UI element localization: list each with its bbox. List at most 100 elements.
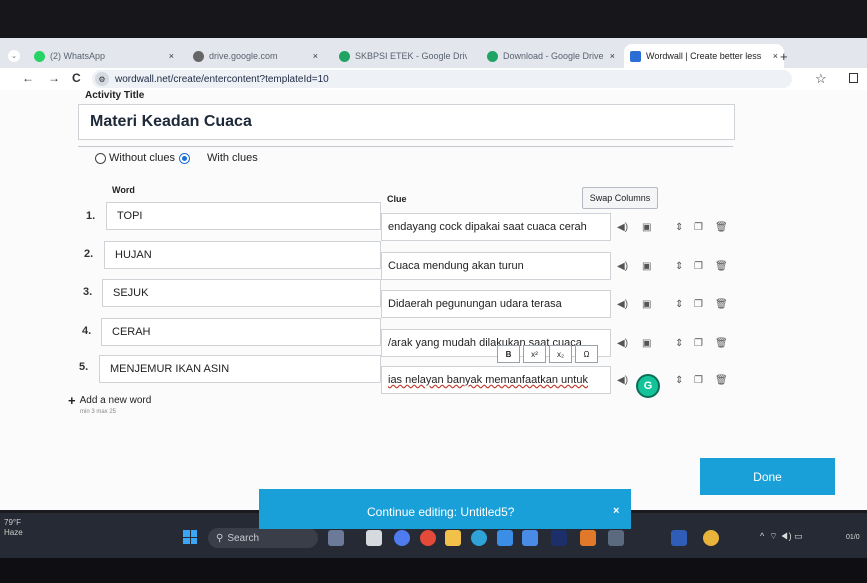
close-icon[interactable]: × <box>610 51 615 61</box>
clue-input[interactable]: ias nelayan banyak memanfaatkan untuk <box>381 366 611 394</box>
word-input[interactable]: SEJUK <box>102 279 381 307</box>
speaker-icon[interactable]: ◀) <box>617 222 628 233</box>
tab-label: Download - Google Drive <box>503 51 604 61</box>
close-icon[interactable]: × <box>773 51 778 61</box>
trash-icon[interactable]: 🗑 <box>715 299 728 310</box>
option-label: With clues <box>207 152 258 164</box>
back-arrow-icon[interactable]: ← <box>22 71 34 85</box>
tab-skbpsi-drive[interactable]: SKBPSI ETEK - Google Drive × <box>339 44 467 68</box>
word-icon[interactable] <box>671 530 687 546</box>
radio-with-clues[interactable] <box>179 153 190 164</box>
done-button[interactable]: Done <box>700 458 835 495</box>
google-drive-icon <box>339 50 350 62</box>
chat-icon[interactable] <box>394 530 410 546</box>
tab-label: SKBPSI ETEK - Google Drive <box>355 51 467 61</box>
image-icon[interactable]: ▣ <box>642 299 651 310</box>
new-tab-button[interactable]: + <box>780 44 794 68</box>
system-tray[interactable]: ^ ⌔ ◀) ▭ <box>760 531 803 542</box>
reorder-icon[interactable]: ⇕ <box>675 261 683 272</box>
row-number: 2. <box>84 248 94 260</box>
tab-whatsapp[interactable]: (2) WhatsApp × <box>34 44 174 68</box>
duplicate-icon[interactable]: ❐ <box>694 222 703 233</box>
image-icon[interactable]: ▣ <box>642 338 651 349</box>
row-number: 5. <box>79 361 89 373</box>
word-input[interactable]: TOPI <box>106 202 381 230</box>
site-info-icon[interactable]: ⚙ <box>95 72 109 86</box>
screen-bezel-bottom <box>0 558 867 583</box>
photoshop-icon[interactable] <box>551 530 567 546</box>
speaker-icon[interactable]: ◀) <box>617 299 628 310</box>
forward-arrow-icon[interactable]: → <box>48 71 60 85</box>
globe-icon <box>193 50 204 62</box>
format-toolbar: B x² x₂ Ω <box>497 345 598 363</box>
bookmark-star-icon[interactable]: ☆ <box>815 71 827 87</box>
duplicate-icon[interactable]: ❐ <box>694 375 703 386</box>
file-explorer-icon[interactable] <box>445 530 461 546</box>
speaker-icon[interactable]: ◀) <box>617 338 628 349</box>
reload-icon[interactable]: C <box>72 71 81 85</box>
chrome-icon[interactable] <box>703 530 719 546</box>
wordwall-icon <box>630 50 641 62</box>
weather-widget[interactable]: 79°F Haze <box>4 518 23 538</box>
edge-icon[interactable] <box>471 530 487 546</box>
trash-icon[interactable]: 🗑 <box>715 222 728 233</box>
trash-icon[interactable]: 🗑 <box>715 261 728 272</box>
speaker-icon[interactable]: ◀) <box>617 261 628 272</box>
whatsapp-icon <box>34 50 45 62</box>
widgets-icon[interactable] <box>328 530 344 546</box>
windows-start-icon[interactable] <box>183 530 197 544</box>
app-icon[interactable] <box>420 530 436 546</box>
bridge-icon[interactable] <box>580 530 596 546</box>
add-word-button[interactable]: + Add a new word <box>68 393 151 408</box>
trash-icon[interactable]: 🗑 <box>715 375 728 386</box>
camera-icon[interactable] <box>608 530 624 546</box>
tab-wordwall[interactable]: Wordwall | Create better less × <box>624 44 784 68</box>
duplicate-icon[interactable]: ❐ <box>694 261 703 272</box>
clue-input[interactable]: Didaerah pegunungan udara terasa <box>381 290 611 318</box>
duplicate-icon[interactable]: ❐ <box>694 299 703 310</box>
tab-label: Wordwall | Create better less <box>646 51 762 61</box>
superscript-button[interactable]: x² <box>523 345 546 363</box>
close-icon[interactable]: × <box>613 505 619 517</box>
tab-drive-domain[interactable]: drive.google.com × <box>193 44 318 68</box>
reorder-icon[interactable]: ⇕ <box>675 375 683 386</box>
taskbar-clock[interactable]: 01/0 <box>846 534 860 541</box>
address-bar[interactable]: ⚙ wordwall.net/create/entercontent?templ… <box>92 70 792 88</box>
task-view-icon[interactable] <box>366 530 382 546</box>
swap-columns-button[interactable]: Swap Columns <box>582 187 658 209</box>
clue-input[interactable]: Cuaca mendung akan turun <box>381 252 611 280</box>
option-with-clues[interactable]: With clues <box>179 152 258 164</box>
reorder-icon[interactable]: ⇕ <box>675 222 683 233</box>
screen-bezel-top <box>0 0 867 38</box>
speaker-icon[interactable]: ◀) <box>617 375 628 386</box>
continue-editing-banner[interactable]: Continue editing: Untitled5? × <box>259 489 631 529</box>
store-icon[interactable] <box>522 530 538 546</box>
grammarly-icon[interactable]: G <box>636 374 660 398</box>
word-input[interactable]: HUJAN <box>104 241 381 269</box>
subscript-button[interactable]: x₂ <box>549 345 572 363</box>
bold-button[interactable]: B <box>497 345 520 363</box>
reorder-icon[interactable]: ⇕ <box>675 338 683 349</box>
clue-input[interactable]: endayang cock dipakai saat cuaca cerah <box>381 213 611 241</box>
column-header-clue: Clue <box>387 194 407 204</box>
divider <box>78 146 733 147</box>
radio-without-clues[interactable] <box>95 153 106 164</box>
taskbar-search[interactable]: ⚲ Search <box>208 528 318 548</box>
duplicate-icon[interactable]: ❐ <box>694 338 703 349</box>
trash-icon[interactable]: 🗑 <box>715 338 728 349</box>
word-input[interactable]: CERAH <box>101 318 381 346</box>
tab-search-dropdown[interactable]: ⌄ <box>8 44 26 68</box>
side-panel-icon[interactable] <box>849 73 858 83</box>
close-icon[interactable]: × <box>169 51 174 61</box>
mail-icon[interactable] <box>497 530 513 546</box>
special-char-button[interactable]: Ω <box>575 345 598 363</box>
continue-editing-text[interactable]: Continue editing: Untitled5? <box>367 505 514 519</box>
reorder-icon[interactable]: ⇕ <box>675 299 683 310</box>
word-input[interactable]: MENJEMUR IKAN ASIN <box>99 355 381 383</box>
image-icon[interactable]: ▣ <box>642 222 651 233</box>
close-icon[interactable]: × <box>313 51 318 61</box>
url-text: wordwall.net/create/entercontent?templat… <box>115 73 329 85</box>
image-icon[interactable]: ▣ <box>642 261 651 272</box>
tab-download-drive[interactable]: Download - Google Drive × <box>487 44 615 68</box>
option-without-clues[interactable]: Without clues <box>95 152 175 164</box>
